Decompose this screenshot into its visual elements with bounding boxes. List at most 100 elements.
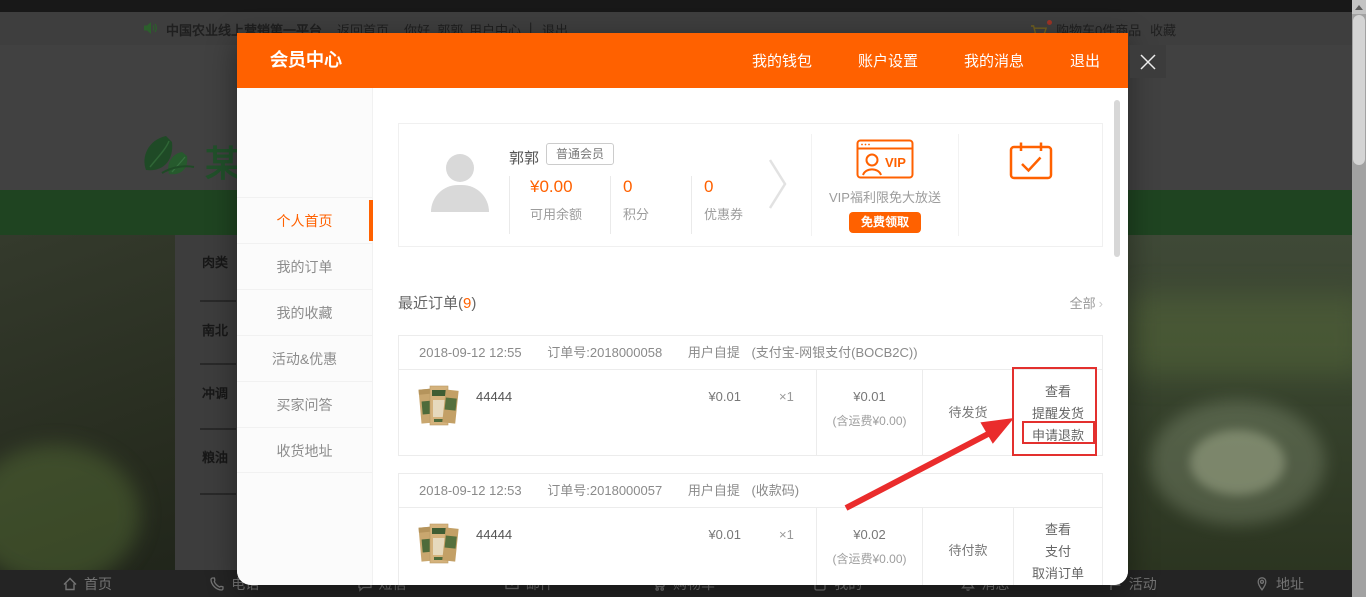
view-all-text: 全部 <box>1070 296 1096 311</box>
modal-main: 郭郭 普通会员 ¥0.00 可用余额 0 积分 0 优惠券 <box>373 88 1128 585</box>
tea-plant-blob <box>0 445 140 585</box>
category-item[interactable]: 冲调 <box>202 383 228 402</box>
top-dark-strip <box>0 0 1366 12</box>
order-card: 2018-09-12 12:55 订单号:2018000058 用户自提 (支付… <box>398 335 1103 456</box>
footer-item-label: 首页 <box>84 574 112 594</box>
footer-item-home[interactable]: 首页 <box>62 574 112 594</box>
order-header: 2018-09-12 12:55 订单号:2018000058 用户自提 (支付… <box>399 336 1102 370</box>
request-refund-link[interactable]: 申请退款 <box>1014 425 1102 447</box>
nav-my-wallet[interactable]: 我的钱包 <box>752 50 812 71</box>
unit-price: ¥0.01 <box>669 389 741 404</box>
speaker-icon <box>143 21 158 35</box>
footer-item-label: 地址 <box>1276 574 1304 594</box>
view-all-link[interactable]: 全部› <box>1070 293 1103 312</box>
cart-badge-dot <box>1047 20 1052 25</box>
modal-header: 会员中心 我的钱包 账户设置 我的消息 退出 <box>237 33 1128 88</box>
order-body: 44444 ¥0.01 ×1 ¥0.02 (含运费¥0.00) 待付款 查看 支… <box>399 508 1102 585</box>
order-datetime: 2018-09-12 12:55 <box>419 345 522 360</box>
profile-chevron-right-icon[interactable] <box>767 156 789 217</box>
order-status: 待发货 <box>922 370 1013 455</box>
footer-item-address[interactable]: 地址 <box>1254 574 1304 594</box>
product-name[interactable]: 44444 <box>476 389 512 404</box>
order-total-cell: ¥0.01 (含运费¥0.00) <box>816 370 922 455</box>
modal-scrollbar-thumb[interactable] <box>1114 100 1120 257</box>
modal-close-button[interactable] <box>1130 45 1166 78</box>
sidebar-item-my-favorites[interactable]: 我的收藏 <box>237 289 372 335</box>
sidebar-list: 个人首页 我的订单 我的收藏 活动&优惠 买家问答 收货地址 <box>237 197 372 473</box>
order-actions-cell: 查看 提醒发货 申请退款 <box>1013 370 1102 455</box>
stat-value: 0 <box>623 177 691 197</box>
category-item[interactable]: 南北 <box>202 320 228 339</box>
recent-title-text: 最近订单 <box>398 295 458 312</box>
order-payment: (收款码) <box>751 483 799 498</box>
tea-leaves-blob <box>1128 295 1366 375</box>
stat-label: 积分 <box>623 204 691 223</box>
profile-card: 郭郭 普通会员 ¥0.00 可用余额 0 积分 0 优惠券 <box>398 123 1103 247</box>
leaf-logo-icon <box>136 131 211 181</box>
quantity: ×1 <box>779 389 794 404</box>
favorites-link[interactable]: 收藏 <box>1150 20 1176 39</box>
calendar-check-icon[interactable] <box>1009 141 1053 181</box>
paren: ) <box>471 295 476 312</box>
cancel-order-link[interactable]: 取消订单 <box>1014 563 1102 585</box>
category-item[interactable]: 粮油 <box>202 447 228 466</box>
order-total-cell: ¥0.02 (含运费¥0.00) <box>816 508 922 585</box>
nav-my-messages[interactable]: 我的消息 <box>964 50 1024 71</box>
sidebar-item-buyer-qa[interactable]: 买家问答 <box>237 381 372 427</box>
quantity: ×1 <box>779 527 794 542</box>
category-divider <box>200 300 236 302</box>
scroll-up-arrow-icon[interactable] <box>1352 0 1366 14</box>
stat-value: ¥0.00 <box>530 177 610 197</box>
sidebar-item-personal-home[interactable]: 个人首页 <box>237 197 372 243</box>
order-number: 订单号:2018000057 <box>547 483 662 498</box>
nav-account-settings[interactable]: 账户设置 <box>858 50 918 71</box>
close-icon <box>1138 52 1158 72</box>
category-divider <box>200 493 236 495</box>
sidebar-item-activities-offers[interactable]: 活动&优惠 <box>237 335 372 381</box>
chevron-right-icon: › <box>1099 296 1103 311</box>
view-order-link[interactable]: 查看 <box>1014 519 1102 541</box>
member-center-modal: 会员中心 我的钱包 账户设置 我的消息 退出 个人首页 我的订单 我的收藏 活动… <box>237 33 1128 585</box>
phone-icon <box>209 576 225 592</box>
shipping-note: (含运费¥0.00) <box>817 412 922 429</box>
background-image-left <box>0 235 175 597</box>
order-actions-cell: 查看 支付 取消订单 <box>1013 508 1102 585</box>
shipping-note: (含运费¥0.00) <box>817 550 922 567</box>
product-thumbnail[interactable] <box>416 519 462 565</box>
category-divider <box>200 428 236 430</box>
svg-text:VIP: VIP <box>885 155 906 170</box>
remind-shipment-link[interactable]: 提醒发货 <box>1014 403 1102 425</box>
nav-logout[interactable]: 退出 <box>1070 50 1100 71</box>
product-name[interactable]: 44444 <box>476 527 512 542</box>
teapot-highlight <box>1190 430 1285 495</box>
category-divider <box>200 363 236 365</box>
page-scrollbar[interactable] <box>1352 0 1366 597</box>
product-thumbnail[interactable] <box>416 381 462 427</box>
footer-item-label: 活动 <box>1129 574 1157 594</box>
avatar <box>429 152 491 214</box>
sidebar-item-shipping-address[interactable]: 收货地址 <box>237 427 372 473</box>
modal-sidebar: 个人首页 我的订单 我的收藏 活动&优惠 买家问答 收货地址 <box>237 88 373 585</box>
view-order-link[interactable]: 查看 <box>1014 381 1102 403</box>
category-menu: 肉类 南北 冲调 粮油 <box>175 235 237 570</box>
sidebar-item-my-orders[interactable]: 我的订单 <box>237 243 372 289</box>
site-logo-text: 某 <box>205 135 241 187</box>
avatar-head <box>446 154 474 182</box>
pay-order-link[interactable]: 支付 <box>1014 541 1102 563</box>
order-status: 待付款 <box>922 508 1013 585</box>
user-name: 郭郭 <box>509 147 539 168</box>
vip-caption: VIP福利限免大放送 <box>812 187 958 206</box>
background-image-right <box>1128 235 1366 597</box>
free-claim-button[interactable]: 免费领取 <box>849 212 921 233</box>
checkin-section <box>959 124 1102 246</box>
page-scrollbar-thumb[interactable] <box>1353 15 1365 165</box>
screen: 中国农业线上营销第一平台 返回首页 你好, 郭郭 用户中心 | 退出 购物车0件… <box>0 0 1366 597</box>
order-payment: (支付宝-网银支付(BOCB2C)) <box>751 345 917 360</box>
stat-points[interactable]: 0 积分 <box>610 176 691 234</box>
order-delivery: 用户自提 <box>688 483 740 498</box>
recent-orders-header: 最近订单(9) 全部› <box>398 292 1103 313</box>
category-item[interactable]: 肉类 <box>202 252 228 271</box>
order-body: 44444 ¥0.01 ×1 ¥0.01 (含运费¥0.00) 待发货 查看 提… <box>399 370 1102 455</box>
order-card: 2018-09-12 12:53 订单号:2018000057 用户自提 (收款… <box>398 473 1103 585</box>
stat-balance[interactable]: ¥0.00 可用余额 <box>509 176 610 234</box>
